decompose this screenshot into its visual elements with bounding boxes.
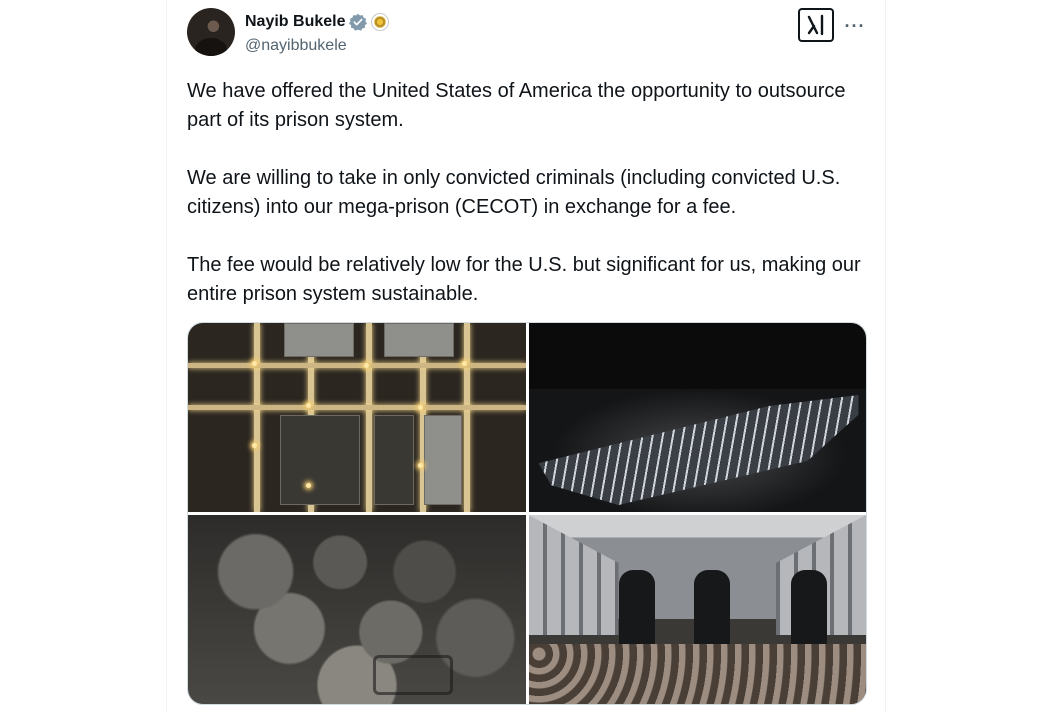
avatar[interactable]: [187, 8, 235, 56]
author-name-row: Nayib Bukele: [245, 12, 390, 32]
post-paragraph: We are willing to take in only convicted…: [187, 167, 841, 218]
media-grid: [187, 322, 867, 705]
author-handle[interactable]: @nayibbukele: [245, 37, 389, 55]
photo-prison-complex-night[interactable]: [528, 323, 866, 512]
post-card: Nayib Bukele @nayibbukele ··· We have of…: [166, 0, 886, 713]
post-paragraph: We have offered the United States of Ame…: [187, 80, 846, 131]
government-seal-icon[interactable]: [371, 13, 390, 31]
grok-icon: [807, 14, 824, 36]
avatar-figure: [195, 38, 227, 56]
author-info: Nayib Bukele @nayibbukele: [245, 12, 390, 55]
photo-guards-hall[interactable]: [528, 515, 866, 704]
photo-aerial-prison-night[interactable]: [188, 323, 526, 512]
verified-badge-icon: [349, 13, 368, 31]
photo-inmates-seated[interactable]: [188, 515, 526, 704]
post-paragraph: The fee would be relatively low for the …: [187, 254, 861, 305]
page: Nayib Bukele @nayibbukele ··· We have of…: [0, 0, 1050, 713]
more-options-icon[interactable]: ···: [843, 14, 867, 38]
post-text: We have offered the United States of Ame…: [187, 77, 877, 309]
grok-button[interactable]: [798, 8, 834, 42]
author-display-name[interactable]: Nayib Bukele: [245, 13, 345, 31]
